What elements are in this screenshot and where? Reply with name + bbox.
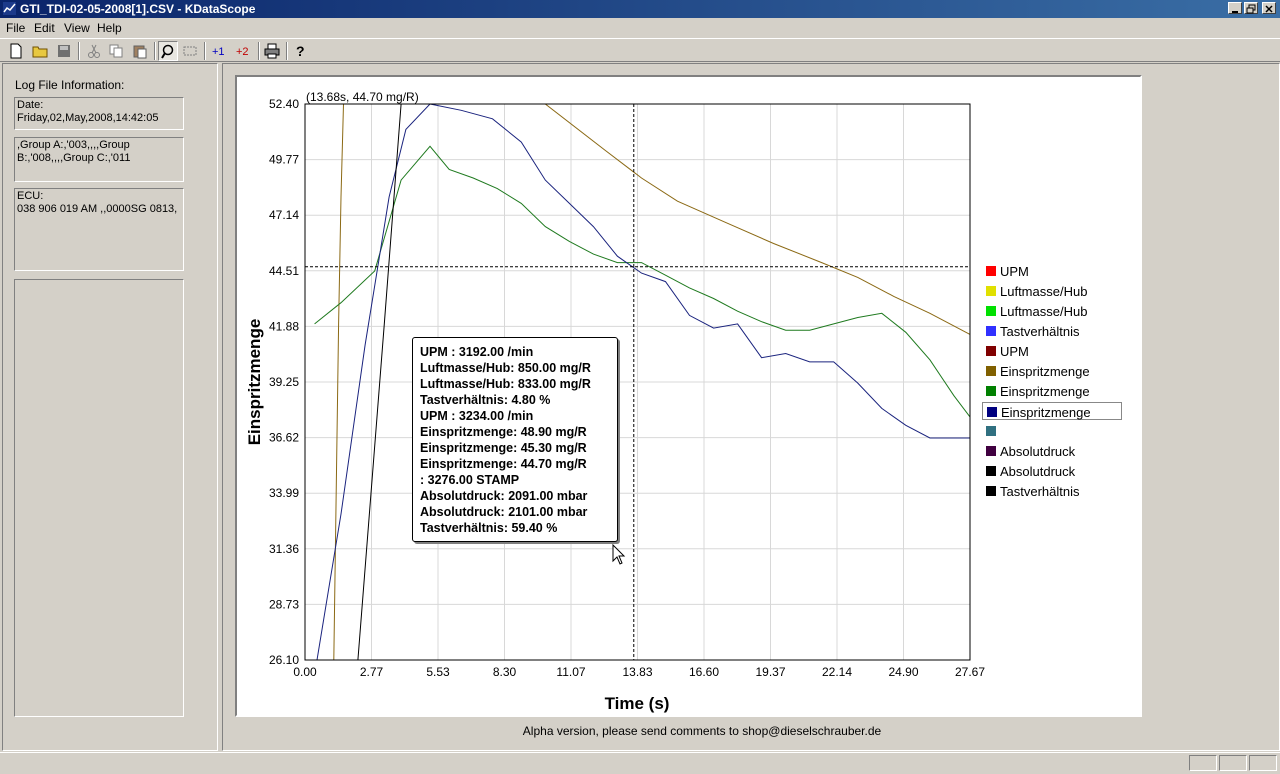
x-tick-label: 16.60 — [689, 665, 719, 679]
legend-label: Einspritzmenge — [1000, 384, 1090, 399]
series-line — [544, 104, 970, 335]
x-tick-label: 27.67 — [955, 665, 985, 679]
x-tick-label: 5.53 — [426, 665, 450, 679]
legend-label: Luftmasse/Hub — [1000, 284, 1088, 299]
x-tick-label: 19.37 — [755, 665, 785, 679]
tooltip-line: UPM : 3234.00 /min — [420, 409, 534, 423]
status-bar — [0, 752, 1280, 774]
legend-swatch — [986, 486, 996, 496]
x-tick-label: 8.30 — [493, 665, 517, 679]
legend-item[interactable]: Absolutdruck — [982, 442, 1122, 460]
x-tick-label: 22.14 — [822, 665, 852, 679]
tooltip-line: UPM : 3192.00 /min — [420, 345, 534, 359]
y-tick-label: 41.88 — [269, 319, 299, 333]
legend-swatch — [986, 346, 996, 356]
tooltip-line: Tastverhältnis: 4.80 % — [420, 393, 551, 407]
footer-text: Alpha version, please send comments to s… — [522, 724, 882, 738]
legend-swatch — [987, 407, 997, 417]
x-tick-label: 2.77 — [360, 665, 384, 679]
legend-item[interactable]: Einspritzmenge — [982, 382, 1122, 400]
y-tick-label: 47.14 — [269, 208, 299, 222]
legend-swatch — [986, 386, 996, 396]
legend-label: UPM — [1000, 264, 1029, 279]
legend-swatch — [986, 366, 996, 376]
tooltip-line: Einspritzmenge: 48.90 mg/R — [420, 425, 587, 439]
legend-label: Tastverhältnis — [1000, 484, 1080, 499]
y-tick-label: 28.73 — [269, 597, 299, 611]
x-tick-label: 11.07 — [556, 665, 585, 679]
legend-item[interactable]: UPM — [982, 262, 1122, 280]
x-tick-label: 13.83 — [622, 665, 652, 679]
tooltip-line: Absolutdruck: 2091.00 mbar — [420, 489, 588, 503]
legend-item[interactable]: Einspritzmenge — [982, 402, 1122, 420]
cursor-readout: (13.68s, 44.70 mg/R) — [306, 90, 419, 104]
legend-item[interactable]: Tastverhältnis — [982, 322, 1122, 340]
legend-swatch — [986, 326, 996, 336]
y-tick-label: 26.10 — [269, 653, 299, 667]
x-tick-label: 24.90 — [888, 665, 918, 679]
y-tick-label: 39.25 — [269, 375, 299, 389]
x-tick-label: 0.00 — [293, 665, 317, 679]
tooltip-line: Luftmasse/Hub: 833.00 mg/R — [420, 377, 591, 391]
legend-swatch — [986, 466, 996, 476]
legend-item[interactable]: Luftmasse/Hub — [982, 302, 1122, 320]
tooltip-line: Einspritzmenge: 45.30 mg/R — [420, 441, 587, 455]
footer-note: Alpha version, please send comments to s… — [0, 724, 1280, 738]
legend-label: Absolutdruck — [1000, 464, 1076, 479]
y-tick-label: 49.77 — [269, 153, 299, 167]
mouse-cursor-icon — [612, 544, 626, 565]
legend-swatch — [986, 426, 996, 436]
x-axis-label: Time (s) — [605, 694, 670, 713]
tooltip-line: Tastverhältnis: 59.40 % — [420, 521, 558, 535]
legend-item[interactable]: UPM — [982, 342, 1122, 360]
legend-swatch — [986, 286, 996, 296]
legend-swatch — [986, 446, 996, 456]
legend-label: Absolutdruck — [1000, 444, 1076, 459]
y-tick-label: 36.62 — [269, 431, 299, 445]
legend-item[interactable] — [982, 422, 1122, 440]
legend-item[interactable]: Tastverhältnis — [982, 482, 1122, 500]
legend-item[interactable]: Luftmasse/Hub — [982, 282, 1122, 300]
tooltip-line: Absolutdruck: 2101.00 mbar — [420, 505, 588, 519]
tooltip-line: Einspritzmenge: 44.70 mg/R — [420, 457, 587, 471]
y-tick-label: 44.51 — [269, 264, 299, 278]
legend-swatch — [986, 306, 996, 316]
legend-item[interactable]: Absolutdruck — [982, 462, 1122, 480]
legend-label: Luftmasse/Hub — [1000, 304, 1088, 319]
legend-item[interactable]: Einspritzmenge — [982, 362, 1122, 380]
tooltip-line: Luftmasse/Hub: 850.00 mg/R — [420, 361, 591, 375]
status-cell — [1189, 755, 1217, 771]
y-tick-label: 31.36 — [269, 542, 299, 556]
legend-label: Einspritzmenge — [1000, 364, 1090, 379]
legend-label: UPM — [1000, 344, 1029, 359]
legend-label: Tastverhältnis — [1000, 324, 1080, 339]
status-cell — [1219, 755, 1247, 771]
y-axis-label: Einspritzmenge — [245, 319, 264, 446]
legend-swatch — [986, 266, 996, 276]
y-tick-label: 52.40 — [269, 97, 299, 111]
data-tooltip: UPM : 3192.00 /min Luftmasse/Hub: 850.00 … — [412, 337, 618, 542]
legend-label: Einspritzmenge — [1001, 405, 1091, 420]
status-cell — [1249, 755, 1277, 771]
y-tick-label: 33.99 — [269, 486, 299, 500]
tooltip-line: : 3276.00 STAMP — [420, 473, 520, 487]
